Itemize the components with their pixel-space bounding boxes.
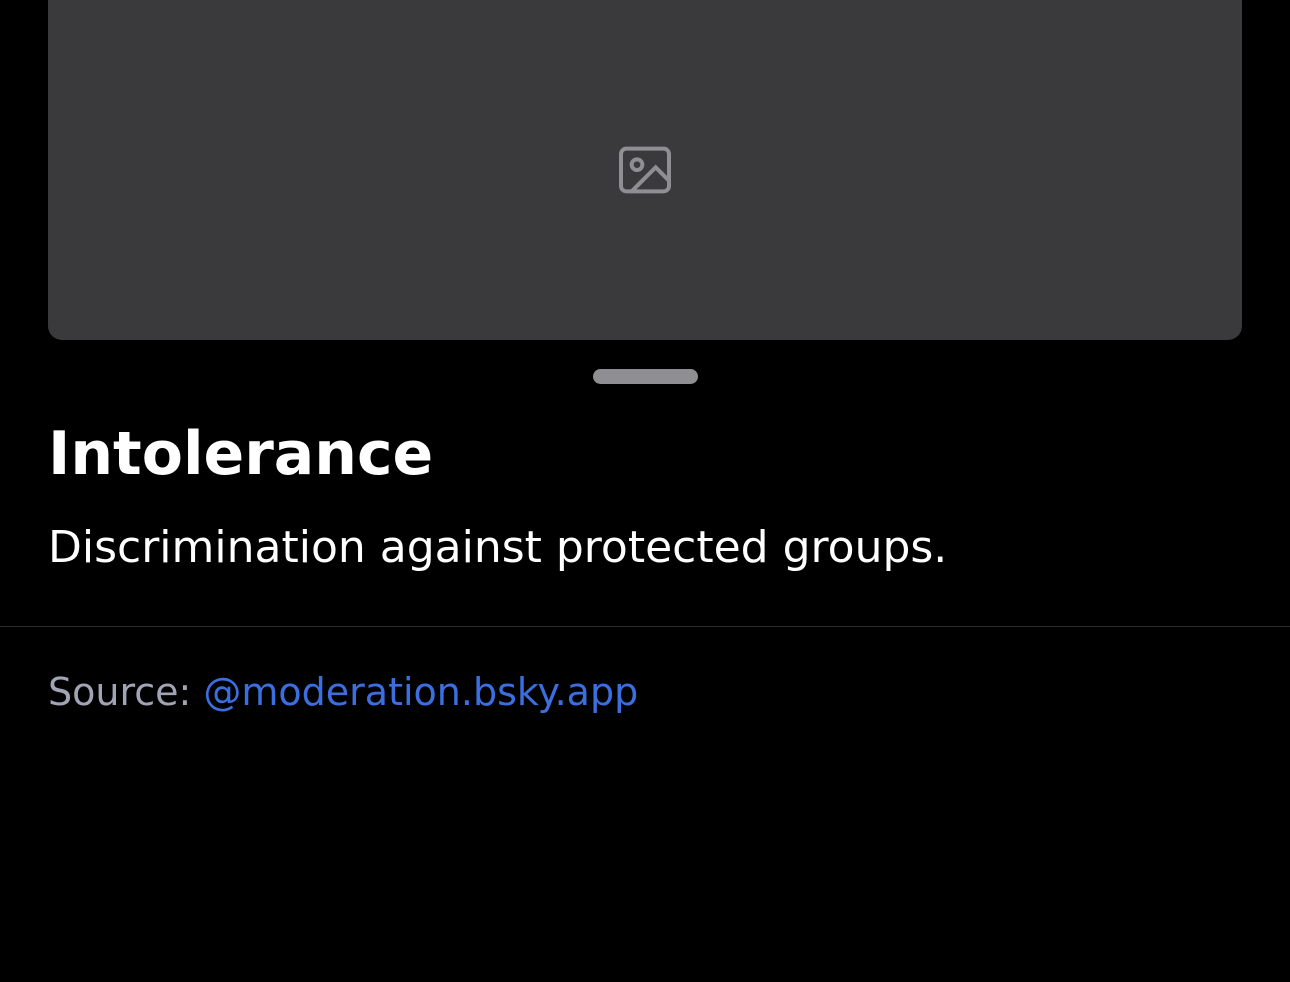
divider	[0, 626, 1290, 627]
sheet-drag-handle[interactable]	[593, 369, 698, 384]
source-handle-link[interactable]: @moderation.bsky.app	[203, 670, 638, 714]
label-description: Discrimination against protected groups.	[48, 522, 948, 573]
label-title: Intolerance	[48, 419, 434, 489]
moderation-screen: Intolerance Discrimination against prote…	[0, 0, 1290, 982]
image-icon	[619, 146, 671, 194]
post-media[interactable]	[48, 0, 1242, 340]
source-prefix: Source:	[48, 670, 204, 714]
label-detail-sheet: Intolerance Discrimination against prote…	[0, 340, 1290, 982]
label-source: Source: @moderation.bsky.app	[48, 665, 638, 719]
